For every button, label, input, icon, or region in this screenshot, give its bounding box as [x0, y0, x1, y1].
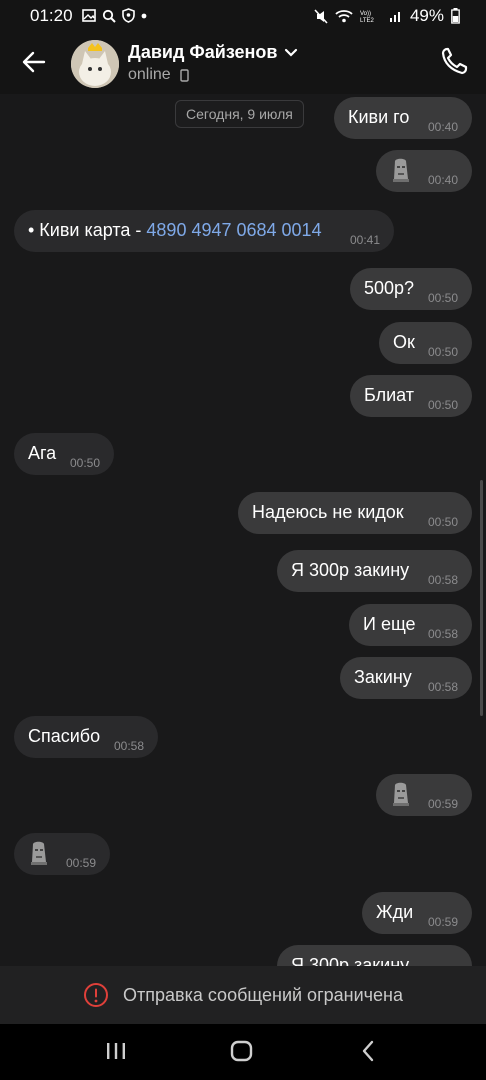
back-arrow-icon[interactable]: [20, 48, 48, 76]
message-time: 00:50: [69, 456, 100, 470]
message-time: 00:58: [427, 627, 458, 641]
message-bubble-outgoing[interactable]: 00:59: [376, 774, 472, 816]
warning-icon: [84, 983, 108, 1007]
message-time: 00:59: [65, 856, 96, 870]
message-text: Спасибо: [28, 726, 101, 746]
contact-status: online: [128, 66, 171, 83]
svg-text:Vo)): Vo)): [360, 11, 371, 17]
message-time: 00:40: [427, 120, 458, 134]
message-time: 00:50: [427, 398, 458, 412]
message-time: 00:59: [427, 915, 458, 929]
message-text: Киви го: [348, 107, 410, 127]
message-time: 00:50: [427, 291, 458, 305]
dot-icon: [141, 13, 147, 18]
message-bubble-outgoing[interactable]: Ок 00:50: [379, 322, 472, 364]
shield-icon: [122, 8, 135, 23]
message-text: Закину: [354, 667, 412, 687]
message-bubble-outgoing[interactable]: Я 300р закину: [277, 945, 472, 966]
message-time: 00:59: [427, 797, 458, 811]
message-text-prefix: • Киви карта -: [28, 220, 147, 240]
message-text: Я 300р закину: [291, 955, 410, 966]
avatar[interactable]: [71, 40, 119, 88]
message-bubble-outgoing[interactable]: И еще 00:58: [349, 604, 472, 646]
message-text: Ага: [28, 443, 57, 463]
message-time: 00:58: [427, 573, 458, 587]
message-text: Блиат: [364, 385, 415, 405]
message-text: Надеюсь не кидок: [252, 502, 404, 522]
mobile-device-icon: [180, 69, 189, 82]
gallery-icon: [82, 9, 96, 22]
moai-emoji-icon: [393, 782, 409, 806]
status-time: 01:20: [30, 6, 73, 25]
system-icons: Vo)) LTE2 49%: [314, 6, 460, 26]
signal-icon: [389, 12, 400, 22]
message-time: 00:40: [427, 173, 458, 187]
contact-name[interactable]: Давид Файзенов: [128, 42, 277, 63]
card-number-link[interactable]: 4890 4947 0684 0014: [146, 220, 321, 240]
wifi-icon: [335, 10, 353, 23]
home-icon[interactable]: [229, 1036, 255, 1066]
scrollbar[interactable]: [480, 480, 483, 716]
chevron-down-icon[interactable]: [284, 48, 298, 58]
message-bubble-incoming[interactable]: 00:59: [14, 833, 110, 875]
message-bubble-outgoing[interactable]: Киви го 00:40: [334, 97, 472, 139]
message-list[interactable]: Сегодня, 9 июля Киви го 00:40 00:40 • Ки…: [0, 94, 486, 966]
message-text: Жди: [376, 902, 414, 922]
mute-icon: [314, 8, 328, 24]
recent-apps-icon[interactable]: [104, 1036, 128, 1066]
system-navigation-bar: [0, 1024, 486, 1080]
message-time: 00:58: [113, 739, 144, 753]
notification-icons: [82, 8, 147, 23]
message-time: 00:50: [427, 515, 458, 529]
message-time: 00:50: [427, 345, 458, 359]
messaging-restricted-bar: Отправка сообщений ограничена: [0, 966, 486, 1024]
message-bubble-outgoing[interactable]: 00:40: [376, 150, 472, 192]
message-text: • Киви карта - 4890 4947 0684 0014: [28, 220, 322, 241]
message-bubble-incoming[interactable]: • Киви карта - 4890 4947 0684 0014 00:41: [14, 210, 394, 252]
message-bubble-outgoing[interactable]: Жди 00:59: [362, 892, 472, 934]
message-time: 00:41: [349, 233, 380, 247]
lte-icon: Vo))LTE2: [360, 11, 375, 23]
moai-emoji-icon: [393, 158, 409, 182]
moai-emoji-icon: [31, 841, 47, 865]
back-nav-icon[interactable]: [357, 1036, 381, 1066]
battery-icon: [451, 8, 460, 24]
status-bar: 01:20 Vo)) LTE2 49%: [0, 0, 486, 32]
message-text: 500р?: [364, 278, 415, 298]
restricted-text: Отправка сообщений ограничена: [123, 984, 403, 1005]
message-bubble-outgoing[interactable]: Закину 00:58: [340, 657, 472, 699]
message-time: 00:58: [427, 680, 458, 694]
message-text: И еще: [363, 614, 416, 634]
message-text: Я 300р закину: [291, 560, 410, 580]
message-bubble-outgoing[interactable]: 500р? 00:50: [350, 268, 472, 310]
message-bubble-incoming[interactable]: Ага 00:50: [14, 433, 114, 475]
svg-text:LTE2: LTE2: [360, 18, 375, 23]
search-icon: [102, 9, 116, 23]
message-bubble-outgoing[interactable]: Я 300р закину 00:58: [277, 550, 472, 592]
message-bubble-incoming[interactable]: Спасибо 00:58: [14, 716, 158, 758]
chat-header: Давид Файзенов online: [0, 32, 486, 94]
date-separator: Сегодня, 9 июля: [175, 100, 304, 128]
battery-percent: 49%: [409, 6, 444, 25]
message-bubble-outgoing[interactable]: Блиат 00:50: [350, 375, 472, 417]
message-text: Ок: [393, 332, 415, 352]
phone-call-icon[interactable]: [440, 46, 468, 76]
message-bubble-outgoing[interactable]: Надеюсь не кидок 00:50: [238, 492, 472, 534]
